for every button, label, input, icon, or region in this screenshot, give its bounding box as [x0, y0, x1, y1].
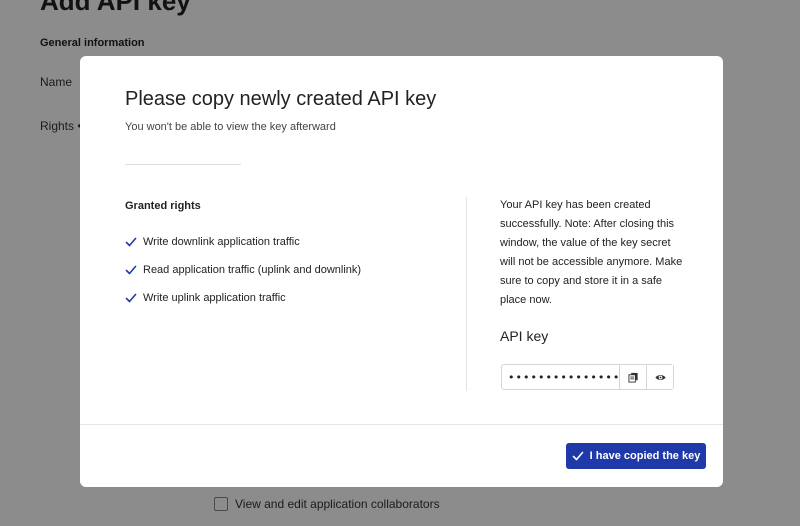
check-icon — [125, 293, 137, 303]
granted-right-item: Read application traffic (uplink and dow… — [125, 256, 361, 284]
confirm-copied-button[interactable]: I have copied the key — [566, 443, 706, 469]
info-text: Your API key has been created successful… — [500, 199, 683, 306]
modal-subtitle: You won't be able to view the key afterw… — [125, 121, 336, 133]
check-icon — [125, 237, 137, 247]
check-icon — [572, 451, 583, 461]
granted-rights-heading: Granted rights — [125, 200, 201, 212]
title-divider — [125, 164, 241, 165]
granted-right-label: Write uplink application traffic — [143, 292, 286, 304]
copy-icon — [627, 372, 638, 383]
footer-divider — [80, 424, 723, 425]
granted-right-label: Read application traffic (uplink and dow… — [143, 264, 362, 276]
api-key-value[interactable]: •••••••••••••••• — [502, 365, 619, 389]
api-key-modal: Please copy newly created API key You wo… — [80, 56, 723, 487]
granted-right-label: Write downlink application traffic — [143, 236, 300, 248]
confirm-copied-label: I have copied the key — [589, 450, 701, 462]
reveal-button[interactable] — [646, 365, 673, 389]
granted-right-item: Write downlink application traffic — [125, 228, 361, 256]
modal-title: Please copy newly created API key — [125, 88, 437, 110]
api-key-label: API key — [500, 328, 549, 344]
eye-icon — [654, 374, 666, 380]
api-key-field: •••••••••••••••• — [501, 364, 674, 390]
copy-button[interactable] — [619, 365, 646, 389]
granted-rights-list: Write downlink application traffic Read … — [125, 228, 361, 312]
column-divider — [466, 197, 467, 391]
check-icon — [125, 265, 137, 275]
granted-right-item: Write uplink application traffic — [125, 284, 361, 312]
